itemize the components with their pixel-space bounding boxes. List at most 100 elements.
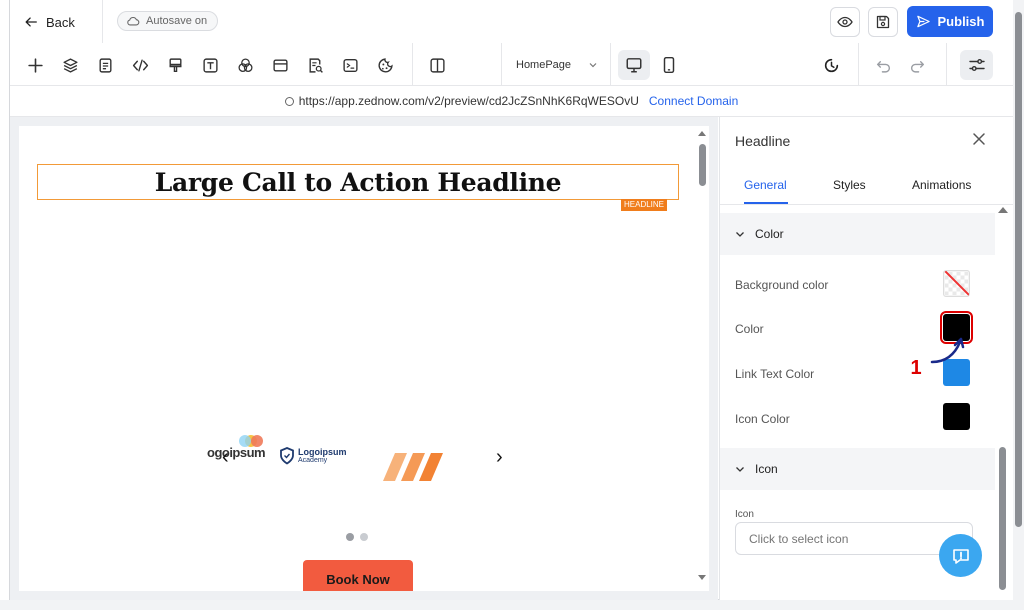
panel-scrollbar[interactable]	[996, 205, 1009, 600]
pages-button[interactable]	[93, 53, 117, 77]
cookie-icon	[378, 57, 393, 72]
properties-panel: Headline General Styles Animations Color…	[719, 117, 1014, 600]
history-button[interactable]	[819, 53, 843, 77]
active-tab-indicator	[744, 202, 788, 204]
background-color-label: Background color	[735, 278, 829, 292]
preview-button[interactable]	[830, 7, 860, 37]
publish-label: Publish	[937, 14, 985, 29]
scroll-up-arrow[interactable]	[698, 131, 706, 136]
divider	[858, 43, 859, 85]
panel-tabs: General Styles Animations	[720, 165, 1014, 205]
settings-toggle-button[interactable]	[960, 50, 993, 80]
logo-2: Logoipsum Academy	[279, 447, 347, 465]
preview-url[interactable]: https://app.zednow.com/v2/preview/cd2JcZ…	[284, 94, 639, 108]
tab-animations[interactable]: Animations	[912, 178, 971, 192]
tab-general[interactable]: General	[744, 178, 787, 192]
sections-button[interactable]	[268, 53, 292, 77]
code-button[interactable]	[128, 53, 152, 77]
arrow-left-icon	[25, 17, 37, 27]
document-icon	[98, 57, 112, 73]
divider	[946, 43, 947, 85]
seo-button[interactable]	[303, 53, 327, 77]
carousel-prev-arrow[interactable]: ‹	[222, 446, 229, 469]
step-number: 1	[910, 357, 922, 379]
logo-carousel: ogoipsum ‹ Logoipsum Academy ›	[207, 431, 509, 491]
icon-section-label: Icon	[755, 462, 778, 476]
shield-logo-icon	[280, 447, 294, 465]
cloud-icon	[127, 16, 140, 26]
save-button[interactable]	[868, 7, 898, 37]
background-color-swatch[interactable]	[943, 270, 970, 297]
editor-canvas: Large Call to Action Headline HEADLINE o…	[10, 117, 718, 600]
preview-url-text: https://app.zednow.com/v2/preview/cd2JcZ…	[298, 94, 639, 108]
element-type-tag: HEADLINE	[621, 199, 668, 211]
toggle-settings-icon	[968, 59, 985, 71]
logo-1-mark-icon	[239, 435, 263, 447]
headline-text[interactable]: Large Call to Action Headline	[155, 168, 562, 197]
back-button[interactable]: Back	[24, 10, 75, 34]
top-bar: Back Autosave on Publish	[10, 0, 1013, 43]
icon-color-label: Icon Color	[735, 412, 790, 426]
typography-button[interactable]	[198, 53, 222, 77]
icon-section-header[interactable]: Icon	[720, 448, 995, 490]
selected-headline-element[interactable]: Large Call to Action Headline	[37, 164, 679, 200]
logo-2-name: Logoipsum	[298, 446, 347, 457]
carousel-dot-2[interactable]	[360, 533, 368, 541]
carousel-next-arrow[interactable]: ›	[496, 446, 503, 469]
autosave-badge: Autosave on	[117, 11, 219, 31]
color-section-header[interactable]: Color	[720, 213, 995, 255]
canvas-scroll-thumb[interactable]	[699, 144, 706, 186]
chevron-down-icon	[736, 467, 744, 472]
chat-alert-icon	[952, 548, 969, 564]
canvas-scrollbar[interactable]	[696, 126, 709, 591]
page-preview: Large Call to Action Headline HEADLINE o…	[19, 126, 696, 591]
book-now-button[interactable]: Book Now	[303, 560, 413, 591]
scroll-up-arrow[interactable]	[998, 207, 1008, 213]
panel-scroll-thumb[interactable]	[999, 447, 1006, 590]
plus-icon	[27, 57, 43, 73]
colors-button[interactable]	[233, 53, 257, 77]
cookie-button[interactable]	[373, 53, 397, 77]
autosave-label: Autosave on	[146, 15, 208, 27]
desktop-view-button[interactable]	[618, 50, 650, 80]
columns-icon	[429, 57, 445, 73]
carousel-dot-1[interactable]	[346, 533, 354, 541]
tab-styles[interactable]: Styles	[833, 178, 866, 192]
styles-button[interactable]	[163, 53, 187, 77]
connect-domain-link[interactable]: Connect Domain	[649, 94, 738, 108]
code-icon	[132, 58, 148, 72]
clock-history-icon	[824, 58, 838, 72]
close-icon[interactable]	[971, 131, 987, 147]
editor-toolbar: HomePage	[10, 43, 1013, 86]
redo-button[interactable]	[905, 53, 929, 77]
step-annotation: 1	[903, 356, 933, 380]
redo-icon	[910, 60, 924, 73]
add-element-button[interactable]	[23, 53, 47, 77]
window-scrollbar[interactable]	[1013, 0, 1024, 600]
text-icon	[202, 57, 218, 73]
window-shadow	[0, 600, 1024, 610]
help-chat-button[interactable]	[939, 534, 982, 577]
scroll-down-arrow[interactable]	[698, 575, 706, 580]
custom-js-button[interactable]	[338, 53, 362, 77]
publish-button[interactable]: Publish	[907, 6, 993, 37]
divider	[412, 43, 413, 85]
window-scroll-thumb[interactable]	[1015, 12, 1022, 527]
layers-icon	[62, 57, 78, 73]
mobile-view-button[interactable]	[653, 50, 685, 80]
panel-title: Headline	[735, 133, 791, 149]
page-select[interactable]: HomePage	[507, 53, 607, 77]
stripes-logo-icon	[383, 453, 443, 481]
undo-button[interactable]	[871, 53, 895, 77]
floppy-disk-icon	[876, 15, 890, 29]
color-circles-icon	[237, 57, 253, 72]
layers-button[interactable]	[58, 53, 82, 77]
divider	[501, 43, 502, 85]
link-text-color-label: Link Text Color	[735, 367, 815, 381]
split-view-button[interactable]	[425, 53, 449, 77]
chevron-down-icon	[736, 232, 744, 237]
icon-color-swatch[interactable]	[943, 403, 970, 430]
eye-icon	[837, 16, 853, 28]
icon-select-input[interactable]	[735, 522, 973, 555]
phone-icon	[663, 56, 675, 74]
